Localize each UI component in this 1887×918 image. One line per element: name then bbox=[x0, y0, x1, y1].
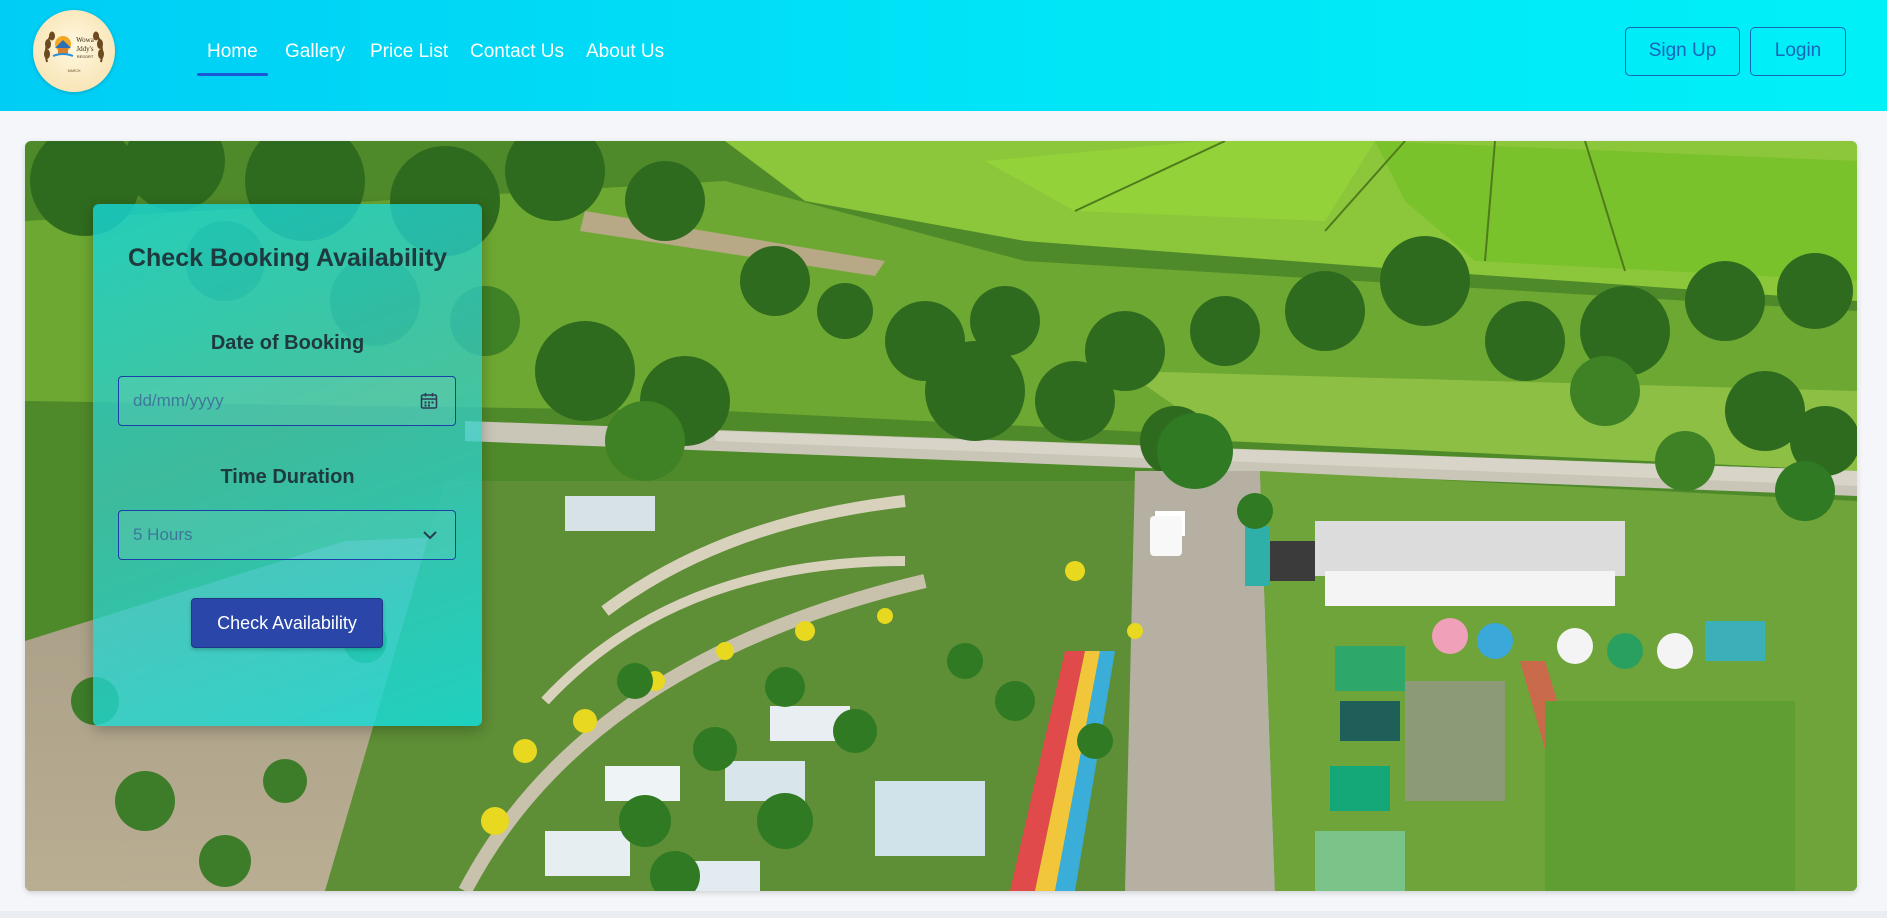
nav-contact-us[interactable]: Contact Us bbox=[470, 30, 564, 74]
calendar-icon[interactable] bbox=[419, 391, 439, 411]
chevron-down-icon bbox=[423, 531, 437, 540]
nav-price-list-label: Price List bbox=[370, 41, 449, 62]
resort-logo-icon: Wowa Jddy's RESORT MARCH bbox=[44, 31, 104, 73]
top-navbar: Wowa Jddy's RESORT MARCH Home Gallery Pr… bbox=[0, 0, 1887, 111]
booking-panel-title: Check Booking Availability bbox=[127, 244, 448, 272]
signup-button[interactable]: Sign Up bbox=[1625, 27, 1740, 76]
nav-contact-us-label: Contact Us bbox=[470, 41, 564, 62]
booking-availability-panel: Check Booking Availability Date of Booki… bbox=[93, 204, 482, 726]
date-of-booking-input[interactable]: dd/mm/yyyy bbox=[118, 376, 456, 426]
login-button[interactable]: Login bbox=[1750, 27, 1846, 76]
nav-home-label: Home bbox=[207, 41, 258, 62]
nav-gallery[interactable]: Gallery bbox=[285, 30, 345, 74]
nav-active-underline bbox=[197, 73, 268, 76]
duration-selected-value: 5 Hours bbox=[133, 525, 193, 544]
nav-price-list[interactable]: Price List bbox=[370, 30, 448, 74]
date-of-booking-label: Date of Booking bbox=[210, 332, 365, 354]
hero-banner: Check Booking Availability Date of Booki… bbox=[25, 141, 1857, 891]
nav-about-us[interactable]: About Us bbox=[586, 30, 664, 74]
nav-home[interactable]: Home bbox=[197, 30, 268, 76]
time-duration-select[interactable]: 5 Hours bbox=[118, 510, 456, 560]
time-duration-label: Time Duration bbox=[220, 466, 355, 488]
nav-gallery-label: Gallery bbox=[285, 41, 346, 62]
svg-text:MARCH: MARCH bbox=[68, 69, 81, 73]
nav-about-us-label: About Us bbox=[586, 41, 665, 62]
date-placeholder: dd/mm/yyyy bbox=[133, 391, 224, 410]
svg-text:Jddy's: Jddy's bbox=[76, 45, 93, 53]
check-availability-button[interactable]: Check Availability bbox=[191, 598, 383, 648]
page-bottom-edge bbox=[0, 911, 1887, 918]
resort-logo[interactable]: Wowa Jddy's RESORT MARCH bbox=[33, 10, 115, 92]
svg-text:RESORT: RESORT bbox=[77, 54, 94, 59]
svg-text:Wowa: Wowa bbox=[76, 36, 95, 44]
